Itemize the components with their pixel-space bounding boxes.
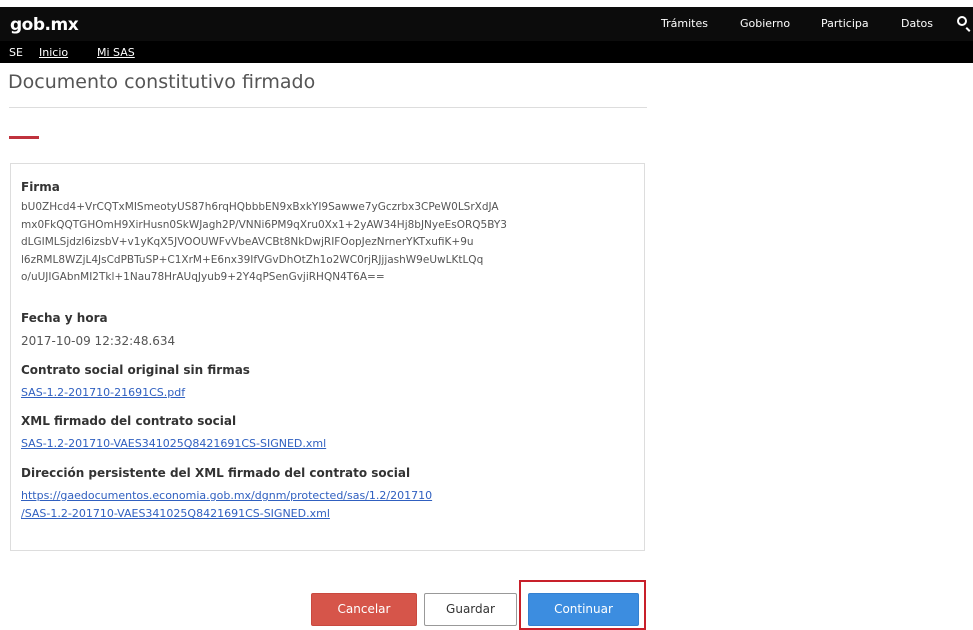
contrato-pdf-link[interactable]: SAS-1.2-201710-21691CS.pdf [21, 384, 185, 402]
contrato-label: Contrato social original sin firmas [21, 363, 250, 377]
fecha-label: Fecha y hora [21, 311, 108, 325]
fecha-value: 2017-10-09 12:32:48.634 [21, 334, 176, 348]
title-divider [9, 107, 647, 108]
search-icon[interactable] [957, 16, 967, 26]
xml-signed-link[interactable]: SAS-1.2-201710-VAES341025Q8421691CS-SIGN… [21, 435, 326, 453]
page-title: Documento constitutivo firmado [8, 71, 316, 93]
direccion-persistente-link[interactable]: https://gaedocumentos.economia.gob.mx/dg… [21, 487, 432, 523]
cancel-button[interactable]: Cancelar [311, 593, 417, 626]
nav-gobierno[interactable]: Gobierno [740, 17, 790, 30]
section-label: SE [9, 46, 23, 59]
breadcrumb-inicio[interactable]: Inicio [39, 46, 68, 59]
title-accent-bar [9, 136, 39, 139]
direccion-label: Dirección persistente del XML firmado de… [21, 466, 411, 480]
top-navbar: gob.mx Trámites Gobierno Participa Datos [0, 7, 973, 41]
xml-label: XML firmado del contrato social [21, 414, 237, 428]
gob-mx-logo[interactable]: gob.mx [10, 15, 79, 35]
nav-datos[interactable]: Datos [901, 17, 933, 30]
signed-document-card: Firma bU0ZHcd4+VrCQTxMISmeotyUS87h6rqHQb… [10, 163, 645, 551]
continue-highlight-box [519, 580, 646, 630]
nav-participa[interactable]: Participa [821, 17, 869, 30]
nav-tramites[interactable]: Trámites [661, 17, 708, 30]
breadcrumb-mi-sas[interactable]: Mi SAS [97, 46, 135, 59]
breadcrumb-bar: SE Inicio Mi SAS [0, 41, 973, 63]
firma-value: bU0ZHcd4+VrCQTxMISmeotyUS87h6rqHQbbbEN9x… [21, 201, 507, 283]
firma-label: Firma [21, 180, 60, 194]
save-button[interactable]: Guardar [424, 593, 517, 626]
